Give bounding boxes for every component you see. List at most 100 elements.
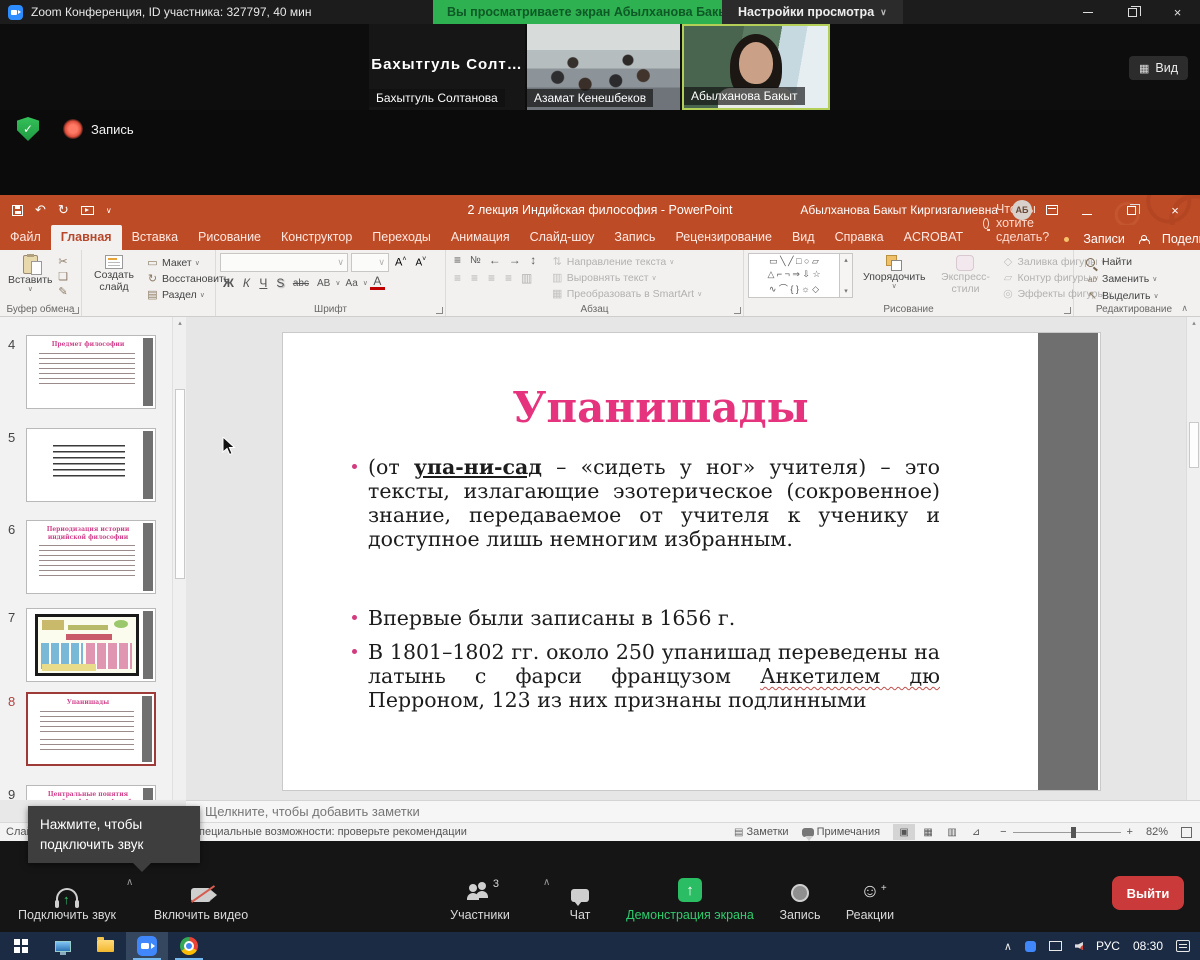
shapes-scrollbar[interactable]: ▴ ▾ <box>840 253 853 298</box>
reading-view-button[interactable]: ▥ <box>941 824 963 840</box>
video-tile-baxytgul[interactable]: Бахытгуль Солт… Бахытгуль Солтанова <box>369 24 525 110</box>
zoom-out-button[interactable]: − <box>1000 826 1006 838</box>
clock[interactable]: 08:30 <box>1133 939 1163 953</box>
slide-title[interactable]: Упанишады <box>283 383 1038 432</box>
current-slide[interactable]: Упанишады (от упа-ни-сад – «сидеть у ног… <box>283 333 1100 790</box>
thumbnail-slide-9[interactable]: Центральные понятия индийской философско… <box>26 785 156 800</box>
dialog-launcher-icon[interactable] <box>734 307 741 314</box>
leave-meeting-button[interactable]: Выйти <box>1112 876 1184 910</box>
task-view-button[interactable] <box>42 932 84 960</box>
participants-button[interactable]: 3 Участники <box>430 876 530 922</box>
action-center-icon[interactable] <box>1176 940 1190 952</box>
new-slide-button[interactable]: Создать слайд <box>86 253 142 303</box>
close-button[interactable]: × <box>1155 0 1200 24</box>
tab-transitions[interactable]: Переходы <box>362 225 441 250</box>
dialog-launcher-icon[interactable] <box>436 307 443 314</box>
tab-slideshow[interactable]: Слайд-шоу <box>520 225 605 250</box>
zoom-slider-thumb[interactable] <box>1071 827 1076 838</box>
scroll-up-icon[interactable]: ▴ <box>1189 319 1199 329</box>
notes-pane[interactable]: Щелкните, чтобы добавить заметки <box>186 800 1200 822</box>
avatar[interactable]: АБ <box>1012 200 1032 220</box>
network-icon[interactable] <box>1049 941 1062 951</box>
thumbnail-slide-6[interactable]: Периодизация истории индийской философии <box>26 520 156 594</box>
text-shadow-button[interactable]: S <box>273 276 288 290</box>
video-tile-abylkhanova-active-speaker[interactable]: Абылханова Бакыт <box>682 24 830 110</box>
increase-indent-button[interactable]: → <box>506 253 524 267</box>
file-explorer-button[interactable] <box>84 932 126 960</box>
cut-icon[interactable]: ✂ <box>57 255 70 268</box>
normal-view-button[interactable]: ▣ <box>893 824 915 840</box>
bold-button[interactable]: Ж <box>220 276 237 290</box>
share-button[interactable]: Поделиться <box>1162 232 1200 246</box>
copy-icon[interactable]: ❏ <box>57 270 70 283</box>
tab-animations[interactable]: Анимация <box>441 225 520 250</box>
dialog-launcher-icon[interactable] <box>1064 307 1071 314</box>
ppt-close-button[interactable]: × <box>1160 203 1190 218</box>
redo-icon[interactable]: ↻ <box>58 202 69 218</box>
scroll-up-icon[interactable]: ▴ <box>175 319 185 329</box>
change-case-button[interactable]: Аа <box>342 278 360 289</box>
fit-to-window-icon[interactable] <box>1181 827 1192 838</box>
paste-button[interactable]: Вставить ∨ <box>4 253 57 298</box>
thumbnail-slide-8-selected[interactable]: Упанишады <box>26 692 156 766</box>
slide-body-text[interactable]: (от упа-ни-сад – «сидеть у ног» учителя)… <box>368 455 940 712</box>
align-left-button[interactable]: ≡ <box>450 271 465 285</box>
collapse-ribbon-icon[interactable]: ∧ <box>1181 303 1188 314</box>
character-spacing-button[interactable]: АВ <box>314 278 333 289</box>
tray-zoom-icon[interactable] <box>1025 941 1036 952</box>
tab-draw[interactable]: Рисование <box>188 225 271 250</box>
italic-button[interactable]: К <box>239 276 254 290</box>
tab-home[interactable]: Главная <box>51 225 122 250</box>
reactions-button[interactable]: ☺+ Реакции <box>830 876 910 922</box>
scrollbar-thumb[interactable] <box>1189 422 1199 468</box>
strikethrough-button[interactable]: abc <box>290 278 312 289</box>
smartart-button[interactable]: ▦Преобразовать в SmartArt∨ <box>551 287 702 302</box>
font-color-button[interactable]: А <box>370 276 385 290</box>
thumbnail-slide-7[interactable] <box>26 608 156 682</box>
numbering-button[interactable]: № <box>467 255 484 266</box>
tab-design[interactable]: Конструктор <box>271 225 362 250</box>
view-settings-button[interactable]: Настройки просмотра ∨ <box>722 0 903 24</box>
ppt-restore-button[interactable] <box>1116 203 1146 218</box>
text-direction-button[interactable]: ⇅Направление текста∨ <box>551 255 702 270</box>
font-name-combo[interactable]: ∨ <box>220 253 348 272</box>
format-painter-icon[interactable]: ✎ <box>57 285 70 298</box>
underline-button[interactable]: Ч <box>256 276 271 290</box>
increase-font-button[interactable]: А˄ <box>392 256 409 269</box>
align-center-button[interactable]: ≡ <box>467 271 482 285</box>
canvas-scrollbar[interactable]: ▴ <box>1186 317 1200 800</box>
minimize-button[interactable] <box>1065 0 1110 24</box>
tray-expand-icon[interactable]: ∧ <box>1004 940 1012 953</box>
tab-insert[interactable]: Вставка <box>122 225 188 250</box>
comments-toggle[interactable]: Примечания <box>802 825 881 840</box>
arrange-button[interactable]: Упорядочить ∨ <box>859 253 929 302</box>
decrease-indent-button[interactable]: ← <box>486 253 504 267</box>
tab-review[interactable]: Рецензирование <box>665 225 782 250</box>
select-button[interactable]: ↖Выделить∨ <box>1086 289 1190 304</box>
tab-help[interactable]: Справка <box>825 225 894 250</box>
thumbnail-slide-5[interactable] <box>26 428 156 502</box>
view-mode-button[interactable]: ▦ Вид <box>1129 56 1188 80</box>
tab-acrobat[interactable]: ACROBAT <box>894 225 974 250</box>
chat-button[interactable]: Чат <box>550 876 610 922</box>
slide-sorter-button[interactable]: ▦ <box>917 824 939 840</box>
security-shield-icon[interactable]: ✓ <box>17 117 39 141</box>
replace-button[interactable]: abЗаменить∨ <box>1086 272 1190 287</box>
share-screen-button[interactable]: ↑ Демонстрация экрана <box>610 876 770 922</box>
audio-options-chevron[interactable]: ∧ <box>126 877 133 888</box>
video-tile-azamat[interactable]: Азамат Кенешбеков <box>527 24 680 110</box>
account-name[interactable]: Абылханова Бакыт Киргизгалиевна <box>800 203 998 217</box>
line-spacing-button[interactable]: ↕ <box>526 253 541 267</box>
customize-qat-icon[interactable]: ∨ <box>106 206 112 215</box>
zoom-in-button[interactable]: + <box>1127 826 1133 838</box>
language-indicator[interactable]: РУС <box>1096 939 1120 953</box>
save-icon[interactable] <box>12 205 23 216</box>
zoom-slider-track[interactable] <box>1013 832 1121 833</box>
ribbon-display-options-icon[interactable] <box>1046 205 1058 215</box>
decrease-font-button[interactable]: А˅ <box>412 256 429 268</box>
tab-record[interactable]: Запись <box>604 225 665 250</box>
join-audio-button[interactable]: ↑ Подключить звук <box>12 876 122 922</box>
scrollbar-thumb[interactable] <box>175 389 185 579</box>
tab-view[interactable]: Вид <box>782 225 825 250</box>
slideshow-button[interactable]: ⊿ <box>965 824 987 840</box>
